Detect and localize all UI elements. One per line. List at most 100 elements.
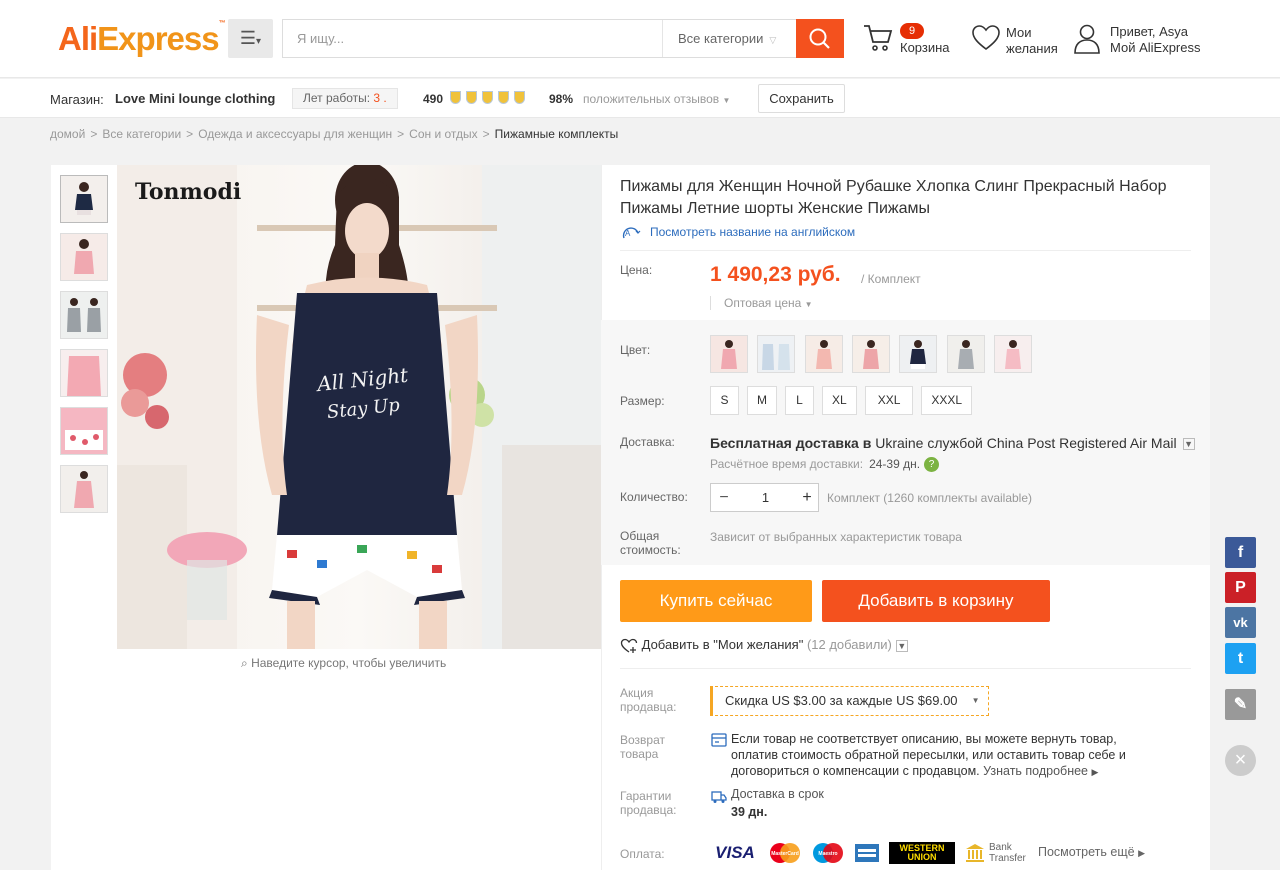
more-payment-methods-link[interactable]: Посмотреть ещё ▶: [1038, 845, 1145, 859]
svg-text:A: A: [625, 229, 631, 238]
thumbnail-list: [60, 175, 108, 523]
shipping-dropdown-icon[interactable]: ▼: [1182, 438, 1195, 451]
category-select[interactable]: Все категории ▽: [662, 20, 796, 57]
cart-link[interactable]: 9 Корзина: [862, 22, 957, 62]
size-option-m[interactable]: M: [747, 386, 777, 415]
add-to-wishlist-link[interactable]: Добавить в "Мои желания" (12 добавили) ▼: [620, 637, 908, 654]
vk-share-icon[interactable]: vk: [1225, 607, 1256, 638]
facebook-share-icon[interactable]: f: [1225, 537, 1256, 568]
close-icon[interactable]: ×: [1225, 745, 1256, 776]
thumbnail-3[interactable]: [60, 291, 108, 339]
color-option-grey[interactable]: [946, 335, 985, 373]
add-to-cart-button[interactable]: Добавить в корзину: [822, 580, 1050, 622]
heart-icon: [972, 25, 1000, 51]
guarantee-title: Доставка в срок: [731, 787, 824, 801]
thumbnail-4[interactable]: [60, 349, 108, 397]
user-icon: [1074, 24, 1100, 54]
breadcrumb: домой > Все категории > Одежда и аксессуары …: [50, 127, 619, 141]
translate-icon: A: [622, 227, 641, 239]
price-unit: / Комплект: [861, 272, 921, 286]
magnifier-icon: ⌕: [241, 656, 248, 670]
quantity-stepper: − 1 +: [710, 483, 819, 512]
help-icon[interactable]: ?: [924, 457, 940, 473]
total-price-text: Зависит от выбранных характеристик товар…: [710, 530, 962, 544]
store-name-link[interactable]: Love Mini lounge clothing: [115, 91, 275, 106]
quantity-decrease-button[interactable]: −: [711, 484, 737, 511]
search-button[interactable]: [796, 19, 844, 58]
color-option-pink[interactable]: [710, 335, 748, 373]
return-policy-text: Если товар не соответствует описанию, вы…: [731, 732, 1126, 778]
wholesale-price-dropdown[interactable]: Оптовая цена ▼: [710, 296, 813, 310]
color-label: Цвет:: [620, 343, 651, 357]
color-option-peach[interactable]: [804, 335, 843, 373]
thumbnail-5[interactable]: [60, 407, 108, 455]
guarantee-days: 39 дн.: [731, 805, 768, 819]
shipping-info: Бесплатная доставка в Ukraine службой Ch…: [710, 435, 1195, 451]
positive-feedback-dropdown[interactable]: положительных отзывов ▼: [583, 92, 730, 106]
positive-feedback-percent: 98%: [549, 92, 574, 106]
category-menu-button[interactable]: ☰▾: [228, 19, 273, 58]
quantity-increase-button[interactable]: +: [794, 484, 820, 511]
brand-watermark: Tonmodi: [135, 179, 241, 205]
size-options: S M L XL XXL XXXL: [710, 386, 980, 415]
size-option-xxxl[interactable]: XXXL: [921, 386, 973, 415]
chevron-down-icon: ▼: [722, 96, 731, 105]
color-options: [710, 335, 1038, 376]
price-label: Цена:: [620, 263, 653, 277]
payment-label: Оплата:: [620, 847, 665, 861]
thumbnail-1[interactable]: [60, 175, 108, 223]
learn-more-link[interactable]: Узнать подробнее ▶: [983, 764, 1098, 778]
color-option-rose[interactable]: [852, 335, 891, 373]
breadcrumb-home[interactable]: домой: [50, 127, 85, 141]
maestro-logo: Maestro: [811, 842, 845, 864]
wishlist-link[interactable]: Мои желания: [970, 22, 1070, 62]
chevron-down-icon[interactable]: ▼: [895, 639, 908, 652]
thumbnail-6[interactable]: [60, 465, 108, 513]
svg-text:MasterCard: MasterCard: [771, 851, 799, 857]
guarantee-label: Гарантии продавца:: [620, 789, 677, 817]
medal-icons: [450, 91, 530, 107]
breadcrumb-women-clothing[interactable]: Одежда и аксессуары для женщин: [198, 127, 392, 141]
aliexpress-logo[interactable]: AliExpress™: [58, 20, 226, 58]
pinterest-share-icon[interactable]: P: [1225, 572, 1256, 603]
svg-text:Maestro: Maestro: [818, 851, 837, 857]
breadcrumb-all-categories[interactable]: Все категории: [102, 127, 181, 141]
buy-now-button[interactable]: Купить сейчас: [620, 580, 812, 622]
color-option-light-pink[interactable]: [994, 335, 1033, 373]
product-price: 1 490,23 руб.: [710, 263, 841, 286]
visa-logo: VISA: [715, 843, 755, 862]
save-store-button[interactable]: Сохранить: [758, 84, 845, 113]
main-product-image[interactable]: All Night Stay Up Tonmodi: [117, 165, 601, 649]
color-option-blue-print[interactable]: [757, 335, 796, 373]
store-years: Лет работы: 3 .: [292, 88, 398, 109]
wishlist-label-2: желания: [1006, 41, 1058, 56]
amex-logo: [854, 842, 880, 864]
western-union-logo: WESTERN UNION: [889, 842, 955, 864]
total-label: Общая стоимость:: [620, 529, 681, 557]
account-link[interactable]: Привет, Asya Мой AliExpress: [1073, 22, 1213, 62]
size-option-s[interactable]: S: [710, 386, 739, 415]
size-option-xl[interactable]: XL: [822, 386, 857, 415]
search-input[interactable]: [283, 20, 661, 57]
seller-promo-dropdown[interactable]: Скидка US $3.00 за каждые US $69.00 ▼: [710, 686, 989, 716]
store-bar: Магазин: Love Mini lounge clothing Лет р…: [0, 79, 1280, 118]
edit-icon[interactable]: ✎: [1225, 689, 1256, 720]
promo-label: Акция продавца:: [620, 686, 677, 714]
search-icon: [809, 28, 830, 49]
product-title: Пижамы для Женщин Ночной Рубашке Хлопка …: [620, 178, 1167, 217]
size-option-xxl[interactable]: XXL: [864, 386, 914, 415]
greeting: Привет, Asya: [1110, 24, 1189, 39]
view-english-title-link[interactable]: A Посмотреть название на английском: [620, 225, 855, 241]
quantity-input[interactable]: 1: [737, 484, 794, 511]
breadcrumb-pajama-sets[interactable]: Пижамные комплекты: [495, 127, 619, 141]
thumbnail-2[interactable]: [60, 233, 108, 281]
twitter-share-icon[interactable]: t: [1225, 643, 1256, 674]
store-rating: 490: [423, 92, 444, 106]
breadcrumb-sleep[interactable]: Сон и отдых: [409, 127, 477, 141]
delivery-time: Расчётное время доставки: 24-39 дн.?: [710, 457, 940, 473]
wishlist-label-1: Мои: [1006, 25, 1032, 40]
chevron-down-icon: ▼: [971, 696, 980, 705]
cart-count-badge: 9: [900, 23, 924, 39]
size-option-l[interactable]: L: [785, 386, 814, 415]
color-option-navy[interactable]: [899, 335, 938, 373]
